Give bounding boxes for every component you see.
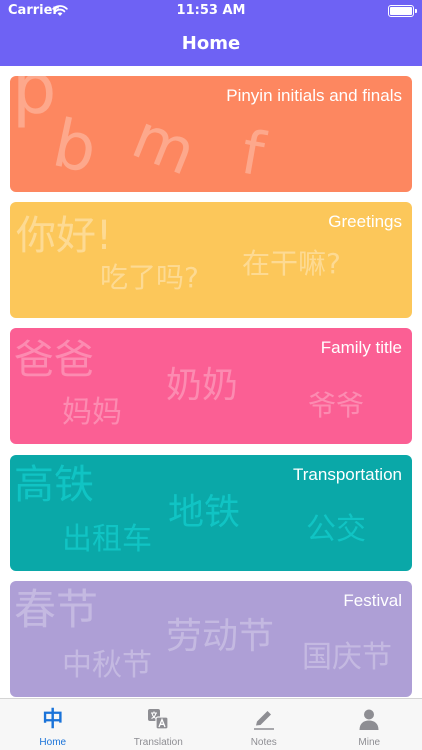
- card-title: Greetings: [328, 212, 402, 231]
- card-decor-text: 爸爸: [14, 337, 94, 383]
- card-decor-text: 公交: [306, 512, 366, 547]
- card-decor-text: 奶奶: [166, 365, 239, 406]
- pencil-icon: [253, 711, 274, 730]
- translation-icon: [148, 709, 169, 730]
- card-festival[interactable]: 春节 劳动节 中秋节 国庆节 Festival: [10, 581, 412, 697]
- card-decor-text: p: [12, 76, 57, 130]
- status-time: 11:53 AM: [176, 3, 246, 18]
- card-transportation[interactable]: 高铁 地铁 出租车 公交 Transportation: [10, 455, 412, 571]
- navigation-bar: Home: [0, 22, 422, 66]
- card-title: Festival: [343, 591, 402, 610]
- card-greetings[interactable]: 你好! 吃了吗? 在干嘛? Greetings: [10, 202, 412, 318]
- tab-label: Notes: [250, 737, 277, 748]
- category-list[interactable]: p b m f Pinyin initials and finals 你好! 吃…: [0, 66, 422, 698]
- card-decor-text: 出租车: [62, 522, 152, 557]
- card-title: Family title: [320, 338, 402, 357]
- person-icon: [359, 709, 379, 730]
- tab-mine[interactable]: Mine: [317, 699, 422, 750]
- card-decor-text: 中秋节: [62, 648, 152, 683]
- tab-translation[interactable]: Translation: [106, 699, 212, 750]
- card-decor-text: 地铁: [168, 492, 241, 533]
- tab-home[interactable]: 中 Home: [0, 699, 106, 750]
- tab-label: Mine: [358, 737, 381, 748]
- card-pinyin[interactable]: p b m f Pinyin initials and finals: [10, 76, 412, 192]
- home-zhong-icon: 中: [42, 707, 64, 731]
- card-decor-text: 爷爷: [308, 389, 365, 422]
- card-decor-text: m: [122, 99, 207, 190]
- card-decor-text: 春节: [14, 585, 99, 634]
- card-family-title[interactable]: 爸爸 奶奶 妈妈 爷爷 Family title: [10, 328, 412, 444]
- card-title: Transportation: [293, 465, 402, 484]
- card-title: Pinyin initials and finals: [226, 86, 402, 105]
- tab-label: Home: [39, 737, 67, 748]
- card-decor-text: f: [236, 117, 270, 191]
- battery-icon: [388, 5, 417, 17]
- card-decor-text: 妈妈: [62, 395, 122, 430]
- status-bar: Carrier 11:53 AM: [0, 0, 422, 22]
- card-decor-text: 国庆节: [302, 640, 392, 675]
- card-decor-text: 吃了吗?: [100, 261, 199, 294]
- tab-bar: 中 Home Translation Notes Mine: [0, 698, 422, 750]
- page-title: Home: [181, 33, 241, 54]
- tab-notes[interactable]: Notes: [211, 699, 317, 750]
- card-decor-text: 高铁: [14, 462, 94, 508]
- card-decor-text: 在干嘛?: [242, 247, 341, 280]
- card-decor-text: 你好!: [16, 213, 113, 259]
- card-decor-text: 劳动节: [166, 616, 275, 657]
- tab-label: Translation: [133, 737, 183, 748]
